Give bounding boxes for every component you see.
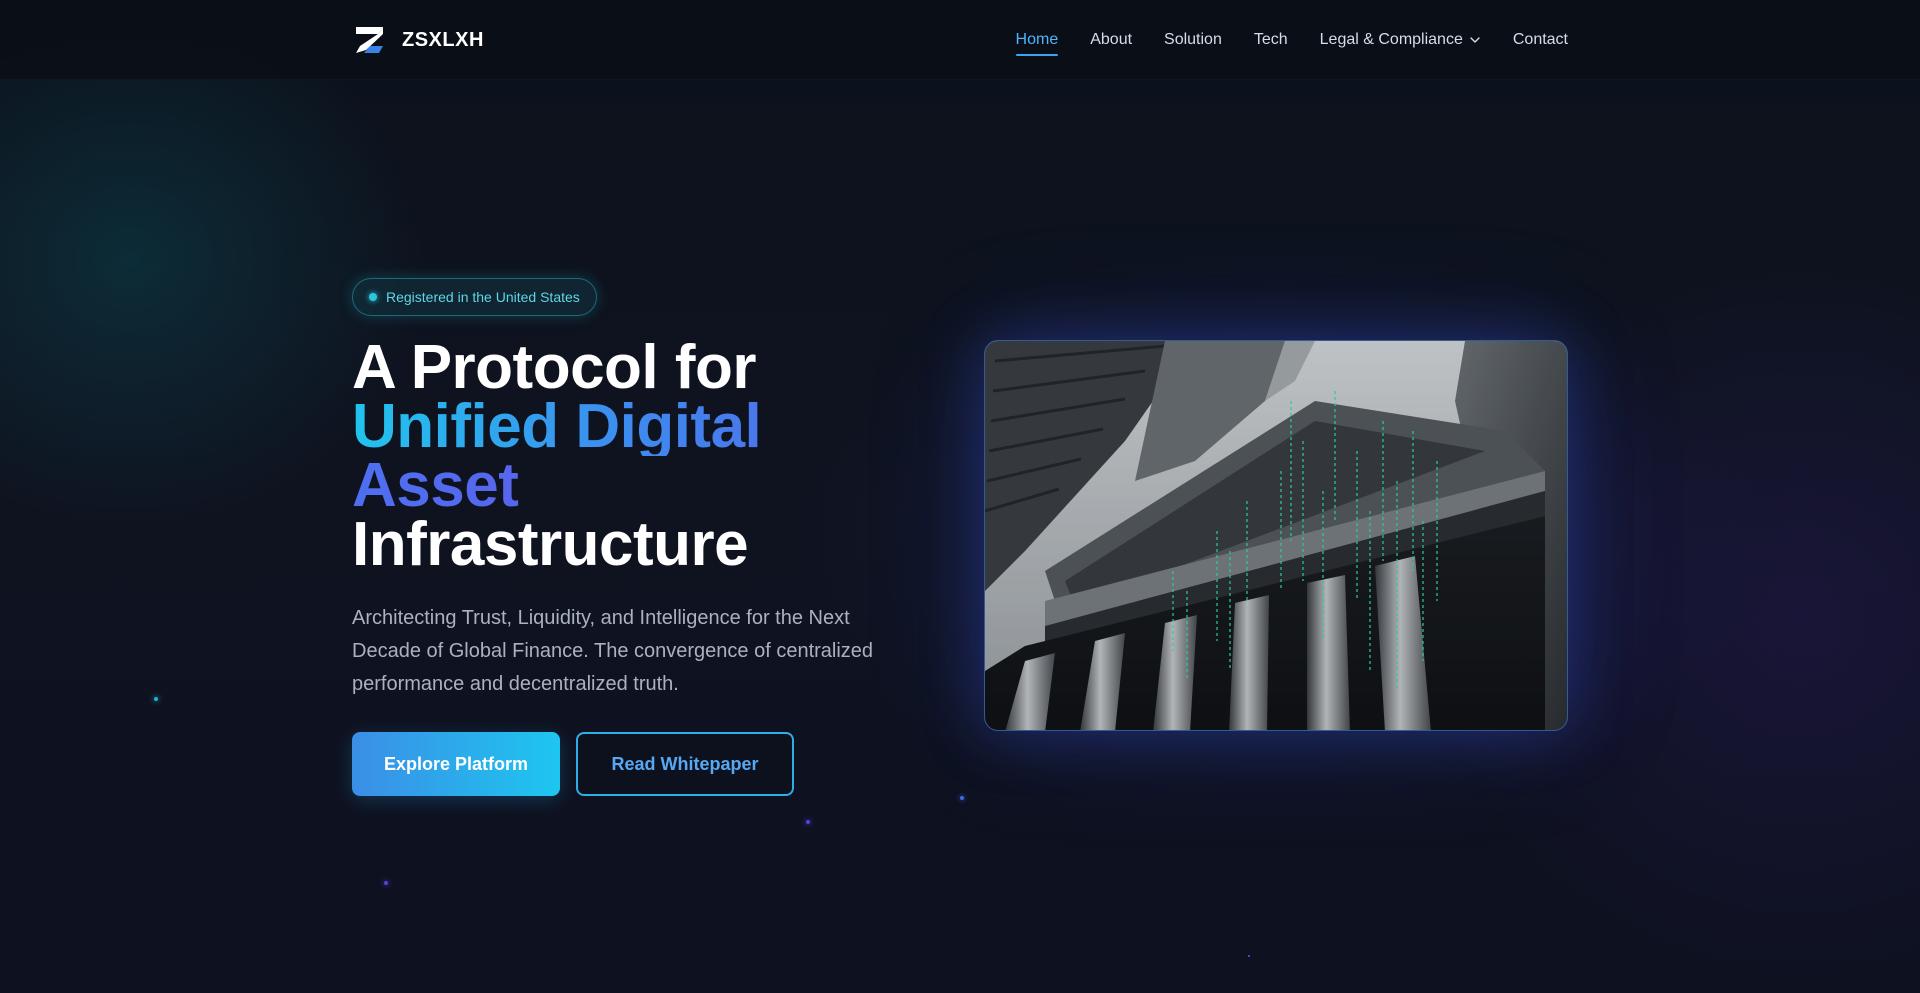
nav-about-label: About: [1090, 31, 1133, 48]
particle-dot: [806, 820, 810, 824]
nav-contact[interactable]: Contact: [1513, 26, 1568, 54]
nav-legal-label: Legal & Compliance: [1319, 31, 1463, 48]
nav-home[interactable]: Home: [1015, 26, 1059, 56]
hero-title-line-3: Asset: [352, 455, 952, 517]
particle-dot: [1248, 955, 1250, 957]
nav-about[interactable]: About: [1090, 26, 1132, 54]
hero-subtitle: Architecting Trust, Liquidity, and Intel…: [352, 607, 874, 695]
nav-home-label: Home: [1015, 31, 1059, 48]
hero-title: A Protocol for Unified Digital Asset Inf…: [352, 333, 952, 579]
nav-solution[interactable]: Solution: [1164, 26, 1222, 54]
nav-legal-compliance-dropdown[interactable]: Legal & Compliance: [1320, 26, 1481, 54]
status-dot-icon: [369, 293, 377, 301]
hero-title-line-4: Infrastructure: [352, 510, 749, 579]
badge-label: Registered in the United States: [386, 289, 580, 305]
brand-name: ZSXLXH: [402, 28, 484, 51]
explore-platform-button[interactable]: Explore Platform: [352, 732, 560, 796]
brand[interactable]: ZSXLXH: [352, 24, 484, 56]
hero-title-line-2: Unified Digital: [352, 396, 952, 458]
nav-solution-label: Solution: [1164, 31, 1222, 48]
zsx-logo-icon: [356, 27, 383, 53]
nav-contact-label: Contact: [1512, 31, 1568, 48]
nav-tech-label: Tech: [1253, 31, 1288, 48]
hero-title-line-1: A Protocol for: [352, 333, 757, 402]
hero-image: [984, 340, 1568, 731]
chevron-down-icon: [1470, 37, 1480, 43]
particle-dot: [384, 881, 388, 885]
stock-exchange-illustration: [985, 341, 1567, 730]
site-header: ZSXLXH Home About Solution Tech Legal & …: [0, 0, 1920, 80]
main-nav: Home About Solution Tech Legal & Complia…: [1015, 26, 1568, 56]
particle-dot: [960, 796, 964, 800]
particle-dot: [154, 697, 158, 701]
nav-tech[interactable]: Tech: [1254, 26, 1288, 54]
read-whitepaper-button[interactable]: Read Whitepaper: [576, 732, 794, 796]
landing-page: ZSXLXH Home About Solution Tech Legal & …: [0, 0, 1920, 993]
registration-badge: Registered in the United States: [352, 278, 597, 316]
